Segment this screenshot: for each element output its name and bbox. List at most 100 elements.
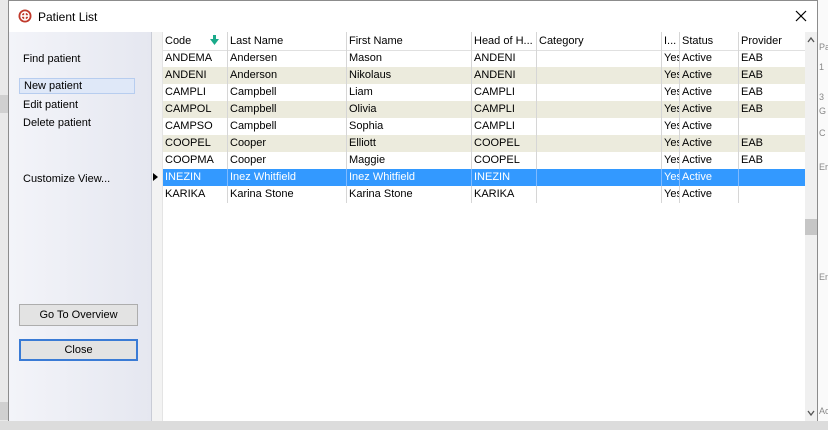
cell-last-name: Andersen (227, 50, 346, 67)
scroll-up-icon[interactable] (807, 36, 815, 44)
background-text: Ac (819, 406, 828, 416)
cell-category (536, 152, 661, 169)
row-indicator-gutter (152, 32, 163, 421)
cell-i: Yes (661, 50, 679, 67)
table-row[interactable]: ANDENI Anderson Nikolaus ANDENI Yes Acti… (163, 67, 805, 84)
title-bar[interactable]: Patient List (9, 1, 817, 32)
patient-grid-pane: Code Last Name First Name Head of H... C… (152, 32, 817, 421)
vertical-scrollbar[interactable] (805, 32, 817, 421)
cell-first-name: Olivia (346, 101, 471, 118)
cell-last-name: Inez Whitfield (227, 169, 346, 186)
app-logo-icon (18, 9, 32, 23)
table-row[interactable]: ANDEMA Andersen Mason ANDENI Yes Active … (163, 50, 805, 67)
cell-last-name: Karina Stone (227, 186, 346, 203)
cell-status: Active (679, 152, 738, 169)
background-window-bottom (0, 421, 828, 430)
cell-first-name: Maggie (346, 152, 471, 169)
new-patient-link[interactable]: New patient (19, 78, 135, 94)
table-row[interactable]: CAMPOL Campbell Olivia CAMPLI Yes Active… (163, 101, 805, 118)
cell-head-of-household: CAMPLI (471, 84, 536, 101)
column-header-label: Code (165, 35, 192, 47)
sort-descending-icon (210, 35, 219, 45)
cell-provider: EAB (738, 67, 805, 84)
cell-provider (738, 118, 805, 135)
cell-code: ANDEMA (165, 52, 213, 64)
cell-status: Active (679, 67, 738, 84)
table-row[interactable]: COOPMA Cooper Maggie COOPEL Yes Active E… (163, 152, 805, 169)
cell-first-name: Nikolaus (346, 67, 471, 84)
close-window-icon[interactable] (791, 6, 811, 26)
cell-head-of-household: INEZIN (471, 169, 536, 186)
window-title: Patient List (38, 10, 98, 24)
column-header-code[interactable]: Code (163, 32, 227, 50)
background-text: G (819, 106, 827, 116)
column-header-first-name[interactable]: First Name (346, 32, 471, 50)
delete-patient-link[interactable]: Delete patient (19, 115, 135, 131)
cell-head-of-household: ANDENI (471, 50, 536, 67)
cell-provider: EAB (738, 84, 805, 101)
background-text: En (819, 272, 828, 282)
cell-provider: EAB (738, 101, 805, 118)
close-button[interactable]: Close (19, 339, 138, 361)
cell-last-name: Cooper (227, 152, 346, 169)
table-row[interactable]: KARIKA Karina Stone Karina Stone KARIKA … (163, 186, 805, 203)
column-header-provider[interactable]: Provider (738, 32, 805, 50)
cell-last-name: Campbell (227, 118, 346, 135)
cell-status: Active (679, 135, 738, 152)
grid-header-row: Code Last Name First Name Head of H... C… (163, 32, 805, 51)
cell-status: Active (679, 84, 738, 101)
cell-code: ANDENI (165, 69, 207, 81)
table-row[interactable]: CAMPLI Campbell Liam CAMPLI Yes Active E… (163, 84, 805, 101)
cell-category (536, 67, 661, 84)
cell-i: Yes (661, 135, 679, 152)
find-patient-link[interactable]: Find patient (19, 51, 135, 67)
cell-status: Active (679, 50, 738, 67)
table-row[interactable]: COOPEL Cooper Elliott COOPEL Yes Active … (163, 135, 805, 152)
cell-first-name: Liam (346, 84, 471, 101)
cell-status: Active (679, 186, 738, 203)
background-window-right: Pa 1 3 G C Er En Ac (818, 0, 828, 430)
column-header-status[interactable]: Status (679, 32, 738, 50)
cell-code: COOPMA (165, 154, 214, 166)
cell-i: Yes (661, 118, 679, 135)
cell-i: Yes (661, 152, 679, 169)
cell-status: Active (679, 101, 738, 118)
cell-category (536, 84, 661, 101)
column-header-category[interactable]: Category (536, 32, 661, 50)
background-text: Pa (819, 42, 828, 52)
cell-category (536, 50, 661, 67)
cell-code: COOPEL (165, 137, 211, 149)
customize-view-link[interactable]: Customize View... (19, 171, 135, 187)
go-to-overview-button[interactable]: Go To Overview (19, 304, 138, 326)
cell-head-of-household: CAMPLI (471, 101, 536, 118)
scrollbar-thumb[interactable] (805, 219, 817, 235)
cell-first-name: Elliott (346, 135, 471, 152)
cell-i: Yes (661, 169, 679, 186)
cell-last-name: Campbell (227, 101, 346, 118)
cell-category (536, 135, 661, 152)
cell-provider: EAB (738, 50, 805, 67)
cell-head-of-household: COOPEL (471, 152, 536, 169)
column-header-i[interactable]: I... (661, 32, 679, 50)
cell-provider: EAB (738, 152, 805, 169)
cell-category (536, 118, 661, 135)
cell-code: CAMPOL (165, 103, 212, 115)
scroll-down-icon[interactable] (807, 409, 815, 417)
patient-list-dialog: Patient List Find patient New patient Ed… (8, 0, 818, 421)
cell-first-name: Karina Stone (346, 186, 471, 203)
cell-code: KARIKA (165, 188, 206, 200)
cell-code: CAMPLI (165, 86, 206, 98)
cell-first-name: Sophia (346, 118, 471, 135)
cell-last-name: Anderson (227, 67, 346, 84)
column-header-last-name[interactable]: Last Name (227, 32, 346, 50)
table-row[interactable]: CAMPSO Campbell Sophia CAMPLI Yes Active (163, 118, 805, 135)
table-row-selected[interactable]: INEZIN Inez Whitfield Inez Whitfield INE… (163, 169, 805, 186)
cell-first-name: Mason (346, 50, 471, 67)
edit-patient-link[interactable]: Edit patient (19, 97, 135, 113)
column-header-head-of-household[interactable]: Head of H... (471, 32, 536, 50)
cell-head-of-household: COOPEL (471, 135, 536, 152)
cell-last-name: Campbell (227, 84, 346, 101)
cell-category (536, 169, 661, 186)
background-text: C (819, 128, 826, 138)
cell-head-of-household: KARIKA (471, 186, 536, 203)
